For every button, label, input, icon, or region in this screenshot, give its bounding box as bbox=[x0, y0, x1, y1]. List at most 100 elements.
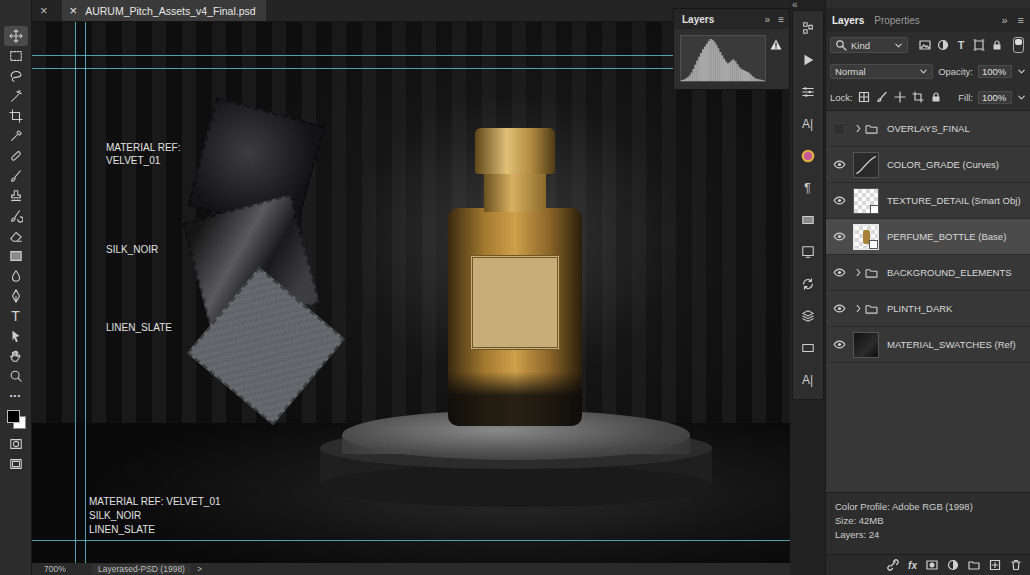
lock-brush-icon[interactable] bbox=[876, 91, 888, 103]
foreground-color-swatch[interactable] bbox=[7, 410, 20, 423]
more-tool[interactable]: ••• bbox=[4, 386, 28, 406]
document-tab[interactable]: × AURUM_Pitch_Assets_v4_Final.psd bbox=[62, 0, 266, 21]
chevron-down-icon[interactable] bbox=[1017, 93, 1026, 102]
guide-line[interactable] bbox=[85, 22, 86, 563]
close-tab-button[interactable]: × bbox=[70, 4, 78, 17]
color-swatches[interactable] bbox=[4, 406, 28, 434]
status-menu-arrow[interactable]: > bbox=[197, 564, 202, 574]
adjust-button[interactable] bbox=[947, 559, 959, 571]
visibility-toggle[interactable] bbox=[830, 196, 848, 205]
filter-kind-dropdown[interactable]: Kind bbox=[830, 37, 908, 53]
gradient-tool[interactable] bbox=[4, 246, 28, 266]
filter-circle-button[interactable] bbox=[937, 39, 949, 51]
stamp-tool[interactable] bbox=[4, 186, 28, 206]
panel-tab[interactable]: Properties bbox=[874, 15, 920, 26]
para-panel-button[interactable]: ¶ bbox=[796, 177, 820, 199]
rect-panel-button[interactable] bbox=[796, 337, 820, 359]
history-tool[interactable] bbox=[4, 206, 28, 226]
collapse-dock-button[interactable]: « bbox=[792, 0, 798, 10]
chevron-right-icon[interactable] bbox=[855, 304, 862, 313]
zoom-level[interactable]: 700% bbox=[44, 564, 92, 574]
chevron-right-icon[interactable] bbox=[855, 268, 862, 277]
char-panel-button[interactable]: A| bbox=[796, 113, 820, 135]
layer-row[interactable]: BACKGROUND_ELEMENTS bbox=[826, 255, 1030, 291]
panel-menu-button[interactable]: ≡ bbox=[778, 14, 784, 25]
lock-lock-icon[interactable] bbox=[930, 91, 942, 103]
char-panel-button[interactable]: A| bbox=[796, 369, 820, 391]
hand-tool[interactable] bbox=[4, 346, 28, 366]
histogram-panel[interactable]: Layers » ≡ bbox=[673, 8, 790, 90]
gradient-panel-button[interactable] bbox=[796, 209, 820, 231]
layer-row[interactable]: PLINTH_DARK bbox=[826, 291, 1030, 327]
crop-tool[interactable] bbox=[4, 106, 28, 126]
layers-panel-button[interactable] bbox=[796, 305, 820, 327]
filter-lock-button[interactable] bbox=[991, 39, 1003, 51]
sliders-panel-button[interactable] bbox=[796, 81, 820, 103]
zoom-tool[interactable] bbox=[4, 366, 28, 386]
visibility-toggle[interactable] bbox=[830, 340, 848, 349]
chevron-right-icon[interactable] bbox=[855, 124, 862, 133]
panel-dock: « A| ¶ A| bbox=[790, 0, 825, 575]
chevron-down-icon[interactable] bbox=[1017, 67, 1026, 76]
lasso-tool[interactable] bbox=[4, 66, 28, 86]
drop-tool[interactable] bbox=[4, 266, 28, 286]
blend-mode-dropdown[interactable]: Normal bbox=[830, 64, 933, 79]
play-panel-button[interactable] bbox=[796, 49, 820, 71]
rotate-panel-button[interactable] bbox=[796, 273, 820, 295]
canvas[interactable]: MATERIAL REF:VELVET_01SILK_NOIRLINEN_SLA… bbox=[32, 22, 790, 563]
lock-move-icon[interactable] bbox=[894, 91, 906, 103]
eraser-tool[interactable] bbox=[4, 226, 28, 246]
marquee-tool[interactable] bbox=[4, 46, 28, 66]
move-tool[interactable] bbox=[4, 26, 28, 46]
document-tab[interactable]: × bbox=[36, 0, 56, 21]
visibility-toggle[interactable] bbox=[830, 160, 848, 169]
visibility-toggle[interactable] bbox=[830, 304, 848, 313]
filter-type-button[interactable]: T bbox=[955, 39, 967, 51]
fx-button[interactable]: fx bbox=[908, 560, 917, 571]
guide-line[interactable] bbox=[75, 22, 76, 563]
panel-tab[interactable]: Layers bbox=[832, 15, 864, 26]
mask-button[interactable] bbox=[926, 559, 938, 571]
guide-line[interactable] bbox=[32, 540, 790, 541]
opacity-field[interactable]: 100% bbox=[978, 65, 1012, 78]
eyedropper-tool[interactable] bbox=[4, 126, 28, 146]
color-panel-button[interactable] bbox=[796, 145, 820, 167]
link-button[interactable] bbox=[887, 559, 899, 571]
filter-crop-button[interactable] bbox=[973, 39, 985, 51]
trash-button[interactable] bbox=[1010, 559, 1022, 571]
pen-tool[interactable] bbox=[4, 286, 28, 306]
monitor-panel-button[interactable] bbox=[796, 241, 820, 263]
panel-menu-button[interactable]: ≡ bbox=[1018, 14, 1024, 26]
visibility-toggle[interactable] bbox=[830, 232, 848, 241]
filter-toggle[interactable] bbox=[1013, 37, 1024, 53]
path-tool[interactable] bbox=[4, 326, 28, 346]
screen-tool[interactable] bbox=[4, 454, 28, 474]
eraser-icon bbox=[9, 229, 23, 243]
close-tab-button[interactable]: × bbox=[40, 4, 48, 17]
lock-checker-icon[interactable] bbox=[858, 91, 870, 103]
lock-crop-icon[interactable] bbox=[912, 91, 924, 103]
layer-row[interactable]: TEXTURE_DETAIL (Smart Obj) bbox=[826, 183, 1030, 219]
quickmask-tool[interactable] bbox=[4, 434, 28, 454]
layer-row[interactable]: PERFUME_BOTTLE (Base) bbox=[826, 219, 1030, 255]
layer-list: OVERLAYS_FINAL COLOR_GRADE (Curves) TEXT… bbox=[826, 110, 1030, 492]
healing-tool[interactable] bbox=[4, 146, 28, 166]
wand-tool[interactable] bbox=[4, 86, 28, 106]
folder-button[interactable] bbox=[968, 559, 980, 571]
histogram-bar bbox=[754, 78, 756, 81]
layer-row[interactable]: COLOR_GRADE (Curves) bbox=[826, 147, 1030, 183]
visibility-toggle[interactable] bbox=[830, 123, 848, 135]
filter-image-button[interactable] bbox=[919, 39, 931, 51]
histogram-panel-tab[interactable]: Layers bbox=[682, 14, 714, 25]
expand-panel-button[interactable]: » bbox=[1001, 14, 1007, 26]
new-button[interactable] bbox=[989, 559, 1001, 571]
type-tool[interactable]: T bbox=[4, 306, 28, 326]
warning-icon[interactable] bbox=[770, 39, 782, 50]
history-panel-button[interactable] bbox=[796, 17, 820, 39]
expand-panel-button[interactable]: » bbox=[765, 14, 771, 25]
layer-row[interactable]: MATERIAL_SWATCHES (Ref) bbox=[826, 327, 1030, 363]
visibility-toggle[interactable] bbox=[830, 268, 848, 277]
layer-row[interactable]: OVERLAYS_FINAL bbox=[826, 111, 1030, 147]
brush-tool[interactable] bbox=[4, 166, 28, 186]
fill-field[interactable]: 100% bbox=[978, 91, 1012, 104]
